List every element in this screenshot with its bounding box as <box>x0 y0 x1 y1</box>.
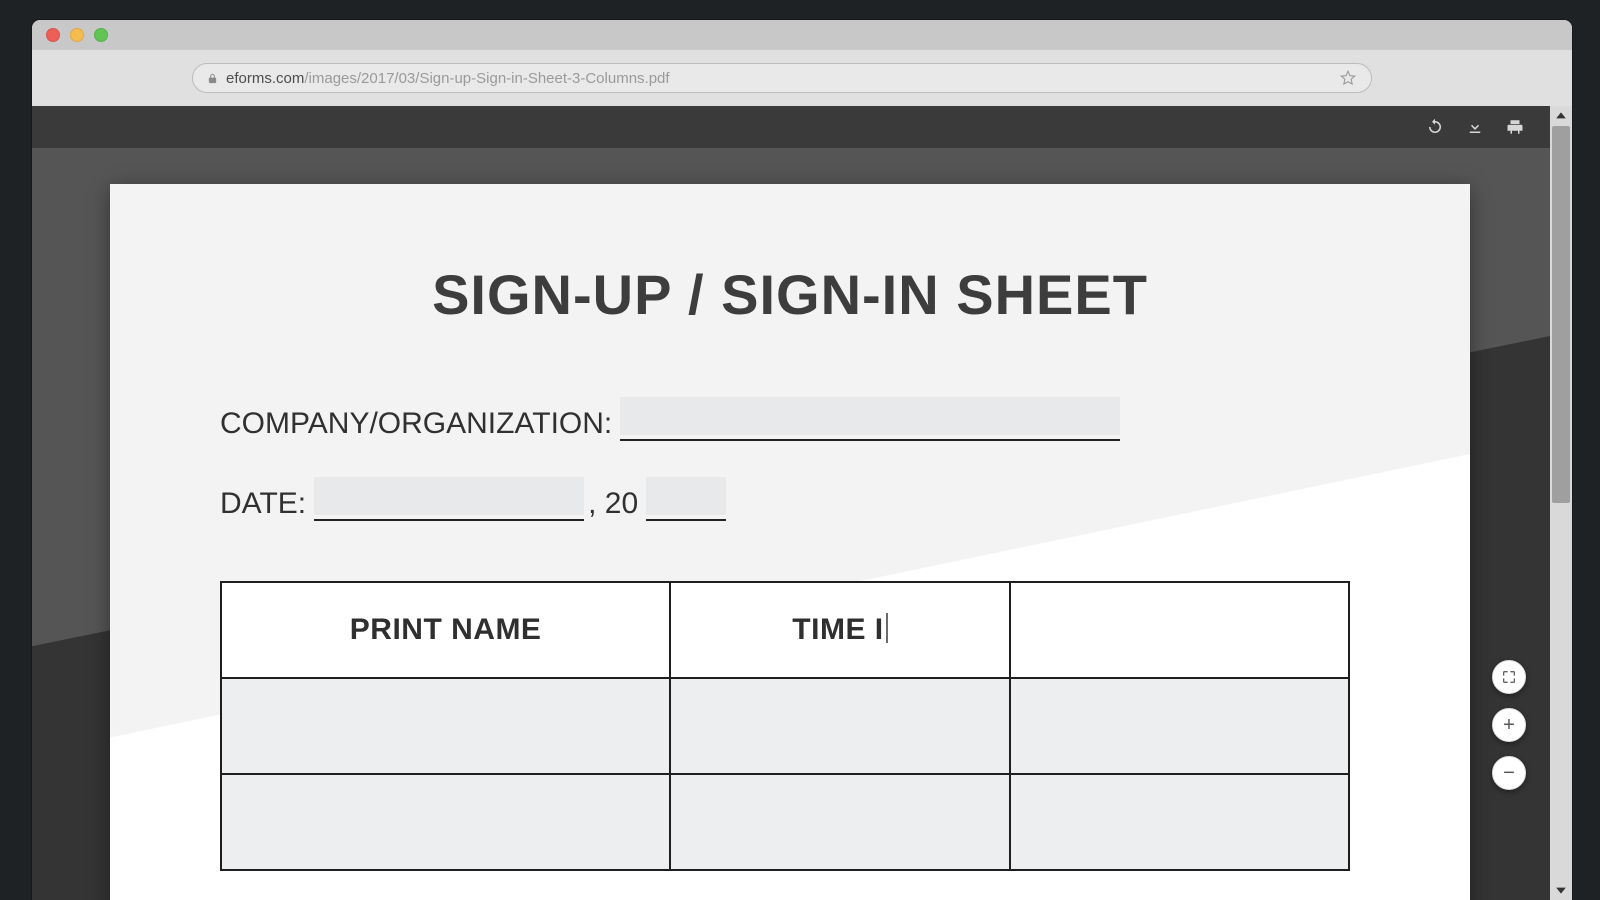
pdf-canvas-area[interactable]: SIGN-UP / SIGN-IN SHEET COMPANY/ORGANIZA… <box>32 148 1550 900</box>
bookmark-star-icon[interactable] <box>1339 69 1357 87</box>
zoom-in-button[interactable]: + <box>1492 708 1526 742</box>
cell-name[interactable] <box>221 678 670 774</box>
cell-third[interactable] <box>1010 774 1349 870</box>
window-titlebar <box>32 20 1572 50</box>
column-header-print-name: PRINT NAME <box>221 582 670 678</box>
column-header-time-in: TIME I <box>670 582 1009 678</box>
fit-page-button[interactable] <box>1492 660 1526 694</box>
vertical-scrollbar[interactable] <box>1550 106 1572 900</box>
rotate-button[interactable] <box>1426 118 1444 136</box>
date-year-input[interactable] <box>646 477 726 521</box>
plus-icon: + <box>1503 714 1515 737</box>
pdf-toolbar <box>32 106 1550 148</box>
company-label: COMPANY/ORGANIZATION: <box>220 407 612 441</box>
browser-window: eforms.com/images/2017/03/Sign-up-Sign-i… <box>32 20 1572 900</box>
column-header-time-in-text: TIME I <box>792 613 883 646</box>
table-row <box>221 774 1349 870</box>
date-month-day-input[interactable] <box>314 477 584 521</box>
browser-toolbar: eforms.com/images/2017/03/Sign-up-Sign-i… <box>32 50 1572 106</box>
address-bar[interactable]: eforms.com/images/2017/03/Sign-up-Sign-i… <box>192 63 1372 93</box>
window-minimize-button[interactable] <box>70 28 84 42</box>
text-cursor <box>886 613 888 643</box>
company-field-row: COMPANY/ORGANIZATION: <box>220 397 1470 441</box>
signin-table: PRINT NAME TIME I <box>220 581 1350 871</box>
scroll-down-arrow-icon[interactable] <box>1550 880 1572 900</box>
table-header-row: PRINT NAME TIME I <box>221 582 1349 678</box>
fit-icon <box>1501 669 1517 685</box>
table-row <box>221 678 1349 774</box>
pdf-page: SIGN-UP / SIGN-IN SHEET COMPANY/ORGANIZA… <box>110 184 1470 900</box>
url-host: eforms.com <box>226 70 304 87</box>
zoom-out-button[interactable]: − <box>1492 756 1526 790</box>
lock-icon <box>207 72 218 85</box>
window-zoom-button[interactable] <box>94 28 108 42</box>
url-path: /images/2017/03/Sign-up-Sign-in-Sheet-3-… <box>304 70 669 87</box>
company-input[interactable] <box>620 397 1120 441</box>
century-prefix: , 20 <box>588 487 638 521</box>
column-header-third <box>1010 582 1349 678</box>
cell-third[interactable] <box>1010 678 1349 774</box>
download-button[interactable] <box>1466 118 1484 136</box>
pdf-viewer: SIGN-UP / SIGN-IN SHEET COMPANY/ORGANIZA… <box>32 106 1572 900</box>
date-label: DATE: <box>220 487 306 521</box>
zoom-controls: + − <box>1492 660 1526 790</box>
date-field-row: DATE: , 20 <box>220 477 1470 521</box>
scrollbar-track[interactable] <box>1550 126 1572 880</box>
scrollbar-thumb[interactable] <box>1552 126 1570 503</box>
minus-icon: − <box>1503 762 1515 785</box>
cell-time[interactable] <box>670 774 1009 870</box>
document-title: SIGN-UP / SIGN-IN SHEET <box>110 262 1470 327</box>
cell-time[interactable] <box>670 678 1009 774</box>
cell-name[interactable] <box>221 774 670 870</box>
print-button[interactable] <box>1506 118 1524 136</box>
window-close-button[interactable] <box>46 28 60 42</box>
scroll-up-arrow-icon[interactable] <box>1550 106 1572 126</box>
